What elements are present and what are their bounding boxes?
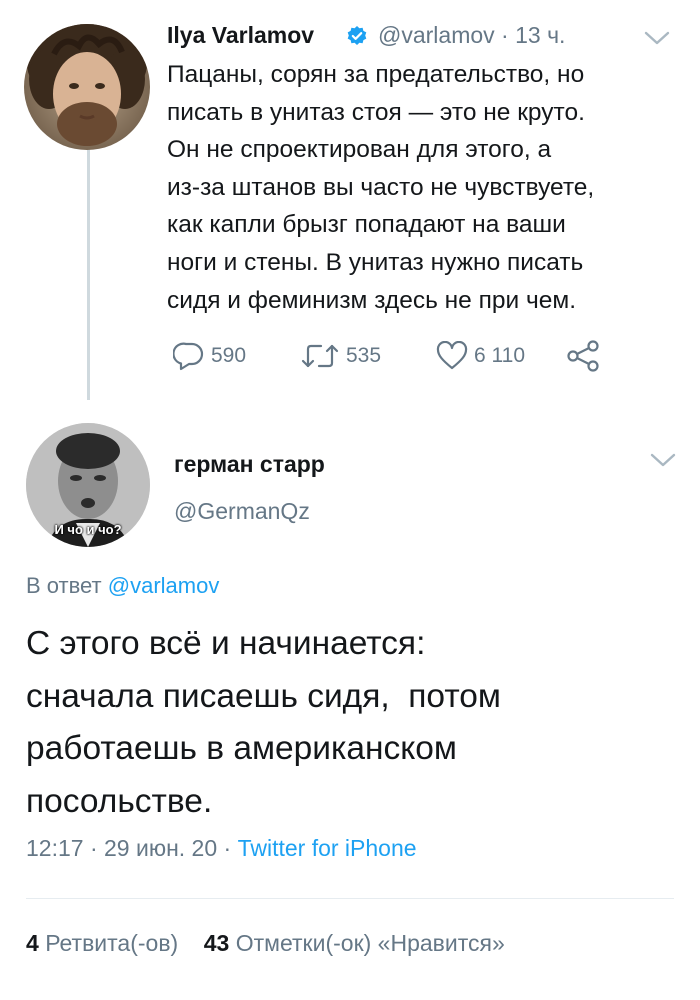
tweet-text-line: писать в унитаз стоя — это не круто.: [167, 98, 585, 126]
tweet-text-line: из-за штанов вы часто не чувствуете,: [167, 173, 595, 201]
varlamov-avatar[interactable]: [24, 24, 150, 150]
heart-icon: [436, 341, 468, 370]
reply-to-prefix: В ответ: [26, 573, 102, 598]
divider: [26, 898, 674, 899]
author-handle[interactable]: @GermanQz: [174, 498, 310, 525]
retweets-label: Ретвита(-ов): [45, 930, 179, 956]
reply-button[interactable]: 590: [173, 338, 246, 374]
likes-stat[interactable]: 43 Отметки(-ок) «Нравится»: [204, 930, 505, 956]
reply-icon: [173, 342, 204, 371]
tweet-timestamp[interactable]: 12:17 · 29 июн. 20 ·: [26, 835, 238, 861]
tweet-source-link[interactable]: Twitter for iPhone: [238, 835, 417, 861]
tweet-text-line: ноги и стены. В унитаз нужно писать: [167, 248, 584, 276]
thread-connector-line: [87, 140, 90, 400]
tweet-text-line: сначала писаешь сидя, потом: [26, 677, 501, 715]
likes-count: 43: [203, 930, 230, 956]
tweet-text-line: Он не спроектирован для этого, а: [167, 136, 552, 164]
tweet-text-line: посольстве.: [26, 782, 213, 820]
retweets-stat[interactable]: 4 Ретвита(-ов): [26, 930, 178, 956]
retweet-button[interactable]: 535: [300, 338, 381, 374]
chevron-down-icon[interactable]: [644, 30, 670, 46]
tweet-text-line: работаешь в американском: [26, 730, 457, 767]
reply-count: 590: [211, 344, 247, 367]
avatar-photo: [24, 24, 150, 150]
tweet-text-line: С этого всё и начинается:: [26, 625, 426, 662]
tweet-stats: 4 Ретвита(-ов) 43 Отметки(-ок) «Нравится…: [26, 930, 505, 957]
author-name[interactable]: герман старр: [174, 451, 325, 478]
reply-context: В ответ @varlamov: [26, 573, 219, 599]
avatar-caption: И чо и чо?: [54, 522, 122, 537]
tweet-text-line: Пацаны, сорян за предательство, но: [167, 61, 585, 88]
tweet-text-line: сидя и феминизм здесь не при чем.: [167, 286, 577, 314]
germanqz-avatar[interactable]: И чо и чо?: [26, 423, 150, 547]
retweet-count: 535: [346, 344, 382, 367]
like-button[interactable]: 6 110: [436, 338, 525, 374]
share-button[interactable]: [565, 338, 607, 374]
tweet-text-line: как капли брызг попадают на ваши: [167, 211, 566, 239]
share-icon: [567, 340, 599, 372]
retweets-count: 4: [26, 930, 39, 956]
verified-badge-icon: [346, 25, 368, 47]
handle-and-time[interactable]: @varlamov · 13 ч.: [378, 22, 565, 49]
tweet-text: С этого всё и начинается: сначала писаеш…: [26, 618, 676, 828]
like-count: 6 110: [474, 344, 525, 367]
tweet-meta: 12:17 · 29 июн. 20 · Twitter for iPhone: [26, 835, 417, 862]
tweet-text: Пацаны, сорян за предательство, но писат…: [167, 56, 667, 319]
author-name[interactable]: Ilya Varlamov: [167, 22, 314, 49]
chevron-down-icon[interactable]: [650, 452, 676, 468]
retweet-icon: [301, 344, 339, 368]
likes-label: Отметки(-ок) «Нравится»: [235, 930, 505, 956]
reply-to-mention-link[interactable]: @varlamov: [108, 573, 220, 598]
